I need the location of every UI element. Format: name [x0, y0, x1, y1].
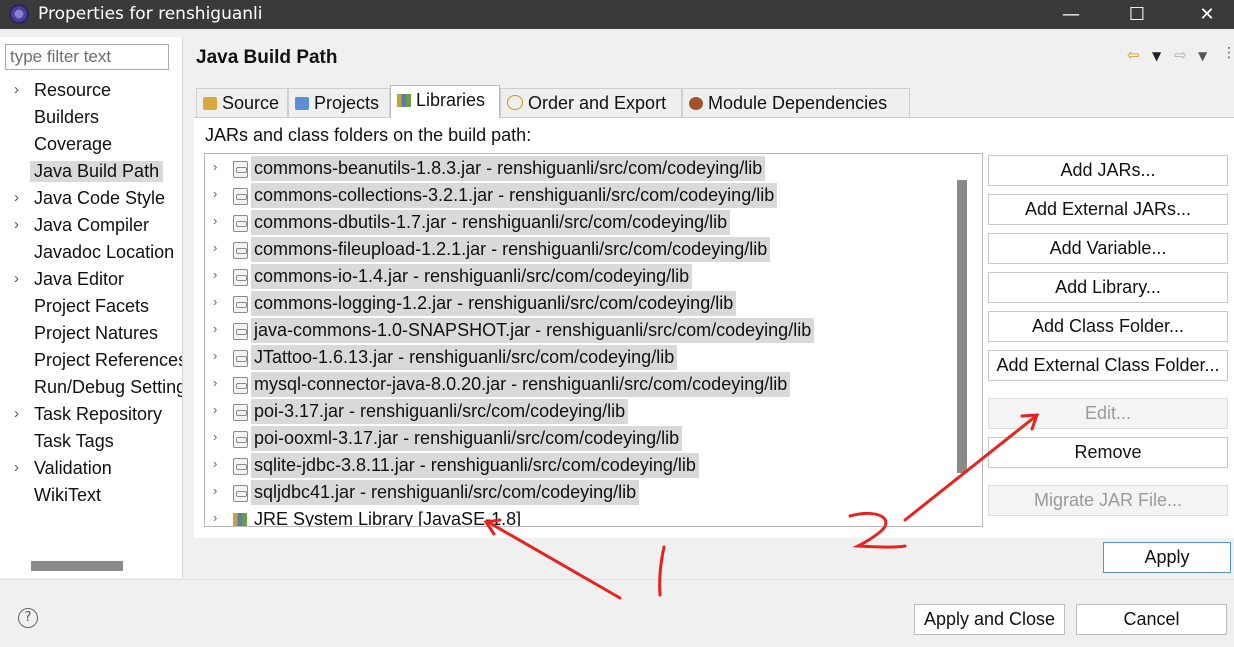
annotation-overlay — [483, 413, 1040, 600]
annotation-arrow-1 — [486, 520, 622, 600]
annotation-stroke-1 — [658, 545, 666, 597]
annotation-arrow-2 — [903, 414, 1038, 522]
annotation-stroke-2 — [848, 511, 907, 549]
